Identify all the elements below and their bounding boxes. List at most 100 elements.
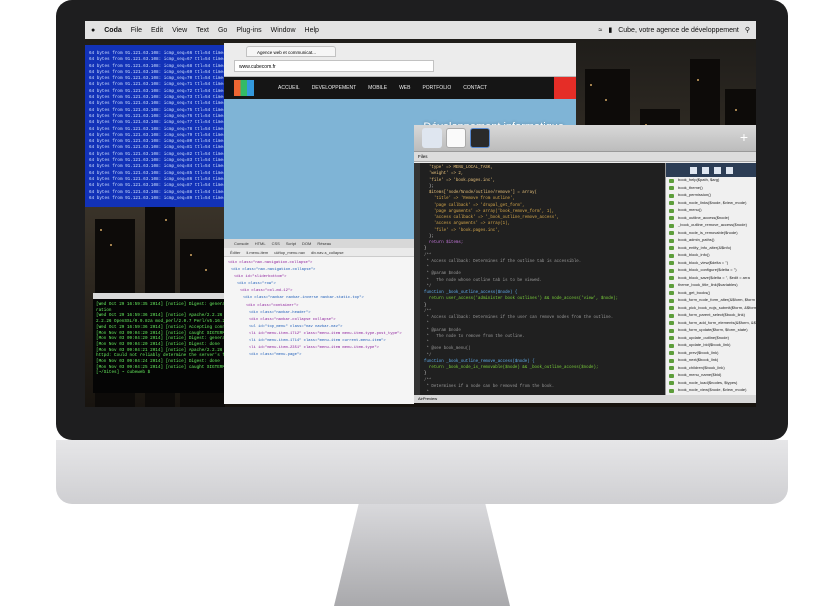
function-item[interactable]: theme_book_title_link($variables) <box>666 282 756 290</box>
function-item[interactable]: book_block_info() <box>666 252 756 260</box>
dom-node[interactable]: <ul id="top_menu" class="nav navbar-nav"… <box>228 324 410 331</box>
browser-tab[interactable]: Agence web et communicat... <box>246 46 336 57</box>
apple-icon[interactable]: ● <box>91 27 95 34</box>
menu-go[interactable]: Go <box>218 27 227 34</box>
dom-node[interactable]: <div class="menu-page"> <box>228 352 410 359</box>
function-item[interactable]: book_update_outline($node) <box>666 335 756 343</box>
function-item[interactable]: book_node_is_removable($node) <box>666 230 756 238</box>
nav-developpement[interactable]: DEVELOPPEMENT <box>312 85 356 91</box>
files-thumbnail[interactable] <box>446 128 466 148</box>
battery-icon[interactable]: ▮ <box>608 26 612 34</box>
function-item[interactable]: book_block_configure($delta = '') <box>666 267 756 275</box>
devtools-tab[interactable]: Console <box>234 241 249 246</box>
navigator-toolbar <box>666 163 756 177</box>
url-bar[interactable]: www.cubecom.fr <box>234 60 434 72</box>
dom-node[interactable]: <div class="navbar-header"> <box>228 310 410 317</box>
menubar-title: Cube, votre agence de développement <box>618 26 739 34</box>
function-item[interactable]: book_form_update($form, $form_state) <box>666 327 756 335</box>
function-item[interactable]: book_form_node_form_alter(&$form, $form <box>666 297 756 305</box>
search-icon[interactable]: ⚲ <box>745 26 750 34</box>
terminal-line: [Wed Oct 29 16:59:35 2014] [notice] Dige… <box>96 302 231 307</box>
wifi-icon[interactable]: ≈ <box>599 27 603 34</box>
dom-node[interactable]: <li id="menu-item-2351" class="menu-item… <box>228 345 410 352</box>
dom-node[interactable]: <div class="navbar-collapse collapse"> <box>228 317 410 324</box>
dom-node[interactable]: <div class="nav-navigation-collapse"> <box>228 260 410 267</box>
function-item[interactable]: book_admin_paths() <box>666 237 756 245</box>
function-item[interactable]: book_help($path, $arg) <box>666 177 756 185</box>
terminal-line: 64 bytes from 91.121.63.108: icmp_seq=77… <box>89 120 225 126</box>
files-icon[interactable] <box>713 166 721 174</box>
dom-node[interactable]: <div class="col-md-12"> <box>228 288 410 295</box>
files-label[interactable]: Files <box>418 154 428 159</box>
code-editor[interactable]: 'type' => MENU_LOCAL_TASK, 'weight' => 2… <box>420 163 665 395</box>
menu-help[interactable]: Help <box>305 27 319 34</box>
upload-icon[interactable] <box>725 166 733 174</box>
breadcrumb-item[interactable]: div.nav-s_collapse <box>311 250 344 255</box>
terminal-ping-window[interactable]: 64 bytes from 91.121.63.108: icmp_seq=66… <box>85 45 225 207</box>
dom-node[interactable]: <li id="menu-item-1712" class="menu-item… <box>228 331 410 338</box>
function-item[interactable]: book_node_view($node, $view_mode) <box>666 387 756 395</box>
menu-file[interactable]: File <box>131 27 142 34</box>
function-item[interactable]: book_update_bid($book_link) <box>666 342 756 350</box>
devtools-panel: Console HTML CSS Script DOM Réseau Édite… <box>224 239 414 404</box>
site-logo[interactable] <box>234 80 254 96</box>
home-icon[interactable] <box>689 166 697 174</box>
devtools-tab[interactable]: DOM <box>302 241 311 246</box>
dom-tree[interactable]: <div class="nav-navigation-collapse"> <di… <box>224 257 414 362</box>
menu-plugins[interactable]: Plug-ins <box>236 27 261 34</box>
function-item[interactable]: book_children($book_link) <box>666 365 756 373</box>
breadcrumb: Éditer li.menu-item ul#top_menu.nav div.… <box>224 248 414 257</box>
function-item[interactable]: book_node_links($node, $view_mode) <box>666 200 756 208</box>
function-item[interactable]: book_entity_info_alter(&$info) <box>666 245 756 253</box>
browser-chrome: Agence web et communicat... www.cubecom.… <box>224 43 576 77</box>
function-item[interactable]: book_theme() <box>666 185 756 193</box>
function-item[interactable]: book_outline_access($node) <box>666 215 756 223</box>
editor-thumbnail[interactable] <box>470 128 490 148</box>
function-item[interactable]: book_get_books() <box>666 290 756 298</box>
devtools-tab[interactable]: Réseau <box>317 241 331 246</box>
menu-text[interactable]: Text <box>196 27 209 34</box>
nav-web[interactable]: WEB <box>399 85 410 91</box>
function-item[interactable]: _book_outline_remove_access($node) <box>666 222 756 230</box>
terminal-line: 64 bytes from 91.121.63.108: icmp_seq=71… <box>89 82 225 88</box>
nav-mobile[interactable]: MOBILE <box>368 85 387 91</box>
terminal-line: [Wed Oct 29 16:59:36 2014] [notice] Acce… <box>96 324 233 330</box>
function-item[interactable]: book_form_parent_select($book_link) <box>666 312 756 320</box>
site-icon[interactable] <box>422 128 442 148</box>
dom-node[interactable]: <div class="container"> <box>228 303 410 310</box>
breadcrumb-item[interactable]: li.menu-item <box>246 250 268 255</box>
sites-icon[interactable] <box>701 166 709 174</box>
function-item[interactable]: book_block_save($delta = '', $edit = arr… <box>666 275 756 283</box>
function-item[interactable]: book_prev($book_link) <box>666 350 756 358</box>
dom-node[interactable]: <div class="navbar navbar-inverse navbar… <box>228 295 410 302</box>
status-label: AirPreview <box>418 396 438 401</box>
dom-node[interactable]: <div id="sliderbottom"> <box>228 274 410 281</box>
menu-window[interactable]: Window <box>271 27 296 34</box>
dom-node[interactable]: <div class="row"> <box>228 281 410 288</box>
function-item[interactable]: book_permission() <box>666 192 756 200</box>
breadcrumb-item[interactable]: ul#top_menu.nav <box>274 250 305 255</box>
terminal-line: [Mon Nov 03 09:04:20 2014] [notice] Dige… <box>96 341 220 347</box>
dom-node[interactable]: <div class="nav-navigation-collapse"> <box>228 267 410 274</box>
function-item[interactable]: book_node_load($nodes, $types) <box>666 380 756 388</box>
nav-portfolio[interactable]: PORTFOLIO <box>422 85 451 91</box>
function-item[interactable]: book_menu() <box>666 207 756 215</box>
function-item[interactable]: book_next($book_link) <box>666 357 756 365</box>
dom-node[interactable]: <li id="menu-item-1714" class="menu-item… <box>228 338 410 345</box>
menu-view[interactable]: View <box>172 27 187 34</box>
terminal-log-window[interactable]: [Wed Oct 29 16:59:35 2014] [notice] Dige… <box>93 293 243 393</box>
site-search-button[interactable] <box>554 77 576 99</box>
breadcrumb-item[interactable]: Éditer <box>230 250 240 255</box>
add-icon[interactable]: + <box>740 129 748 145</box>
menu-app-name[interactable]: Coda <box>104 27 122 34</box>
nav-contact[interactable]: CONTACT <box>463 85 487 91</box>
function-item[interactable]: book_form_add_form_elements(&$form, &$fo <box>666 320 756 328</box>
nav-accueil[interactable]: ACCUEIL <box>278 85 300 91</box>
function-item[interactable]: book_block_view($delta = '') <box>666 260 756 268</box>
function-item[interactable]: book_pick_book_nojs_submit($form, &$form <box>666 305 756 313</box>
function-item[interactable]: book_menu_name($bid) <box>666 372 756 380</box>
devtools-tab[interactable]: Script <box>286 241 296 246</box>
devtools-tab[interactable]: HTML <box>255 241 266 246</box>
menu-edit[interactable]: Edit <box>151 27 163 34</box>
devtools-tab[interactable]: CSS <box>272 241 280 246</box>
